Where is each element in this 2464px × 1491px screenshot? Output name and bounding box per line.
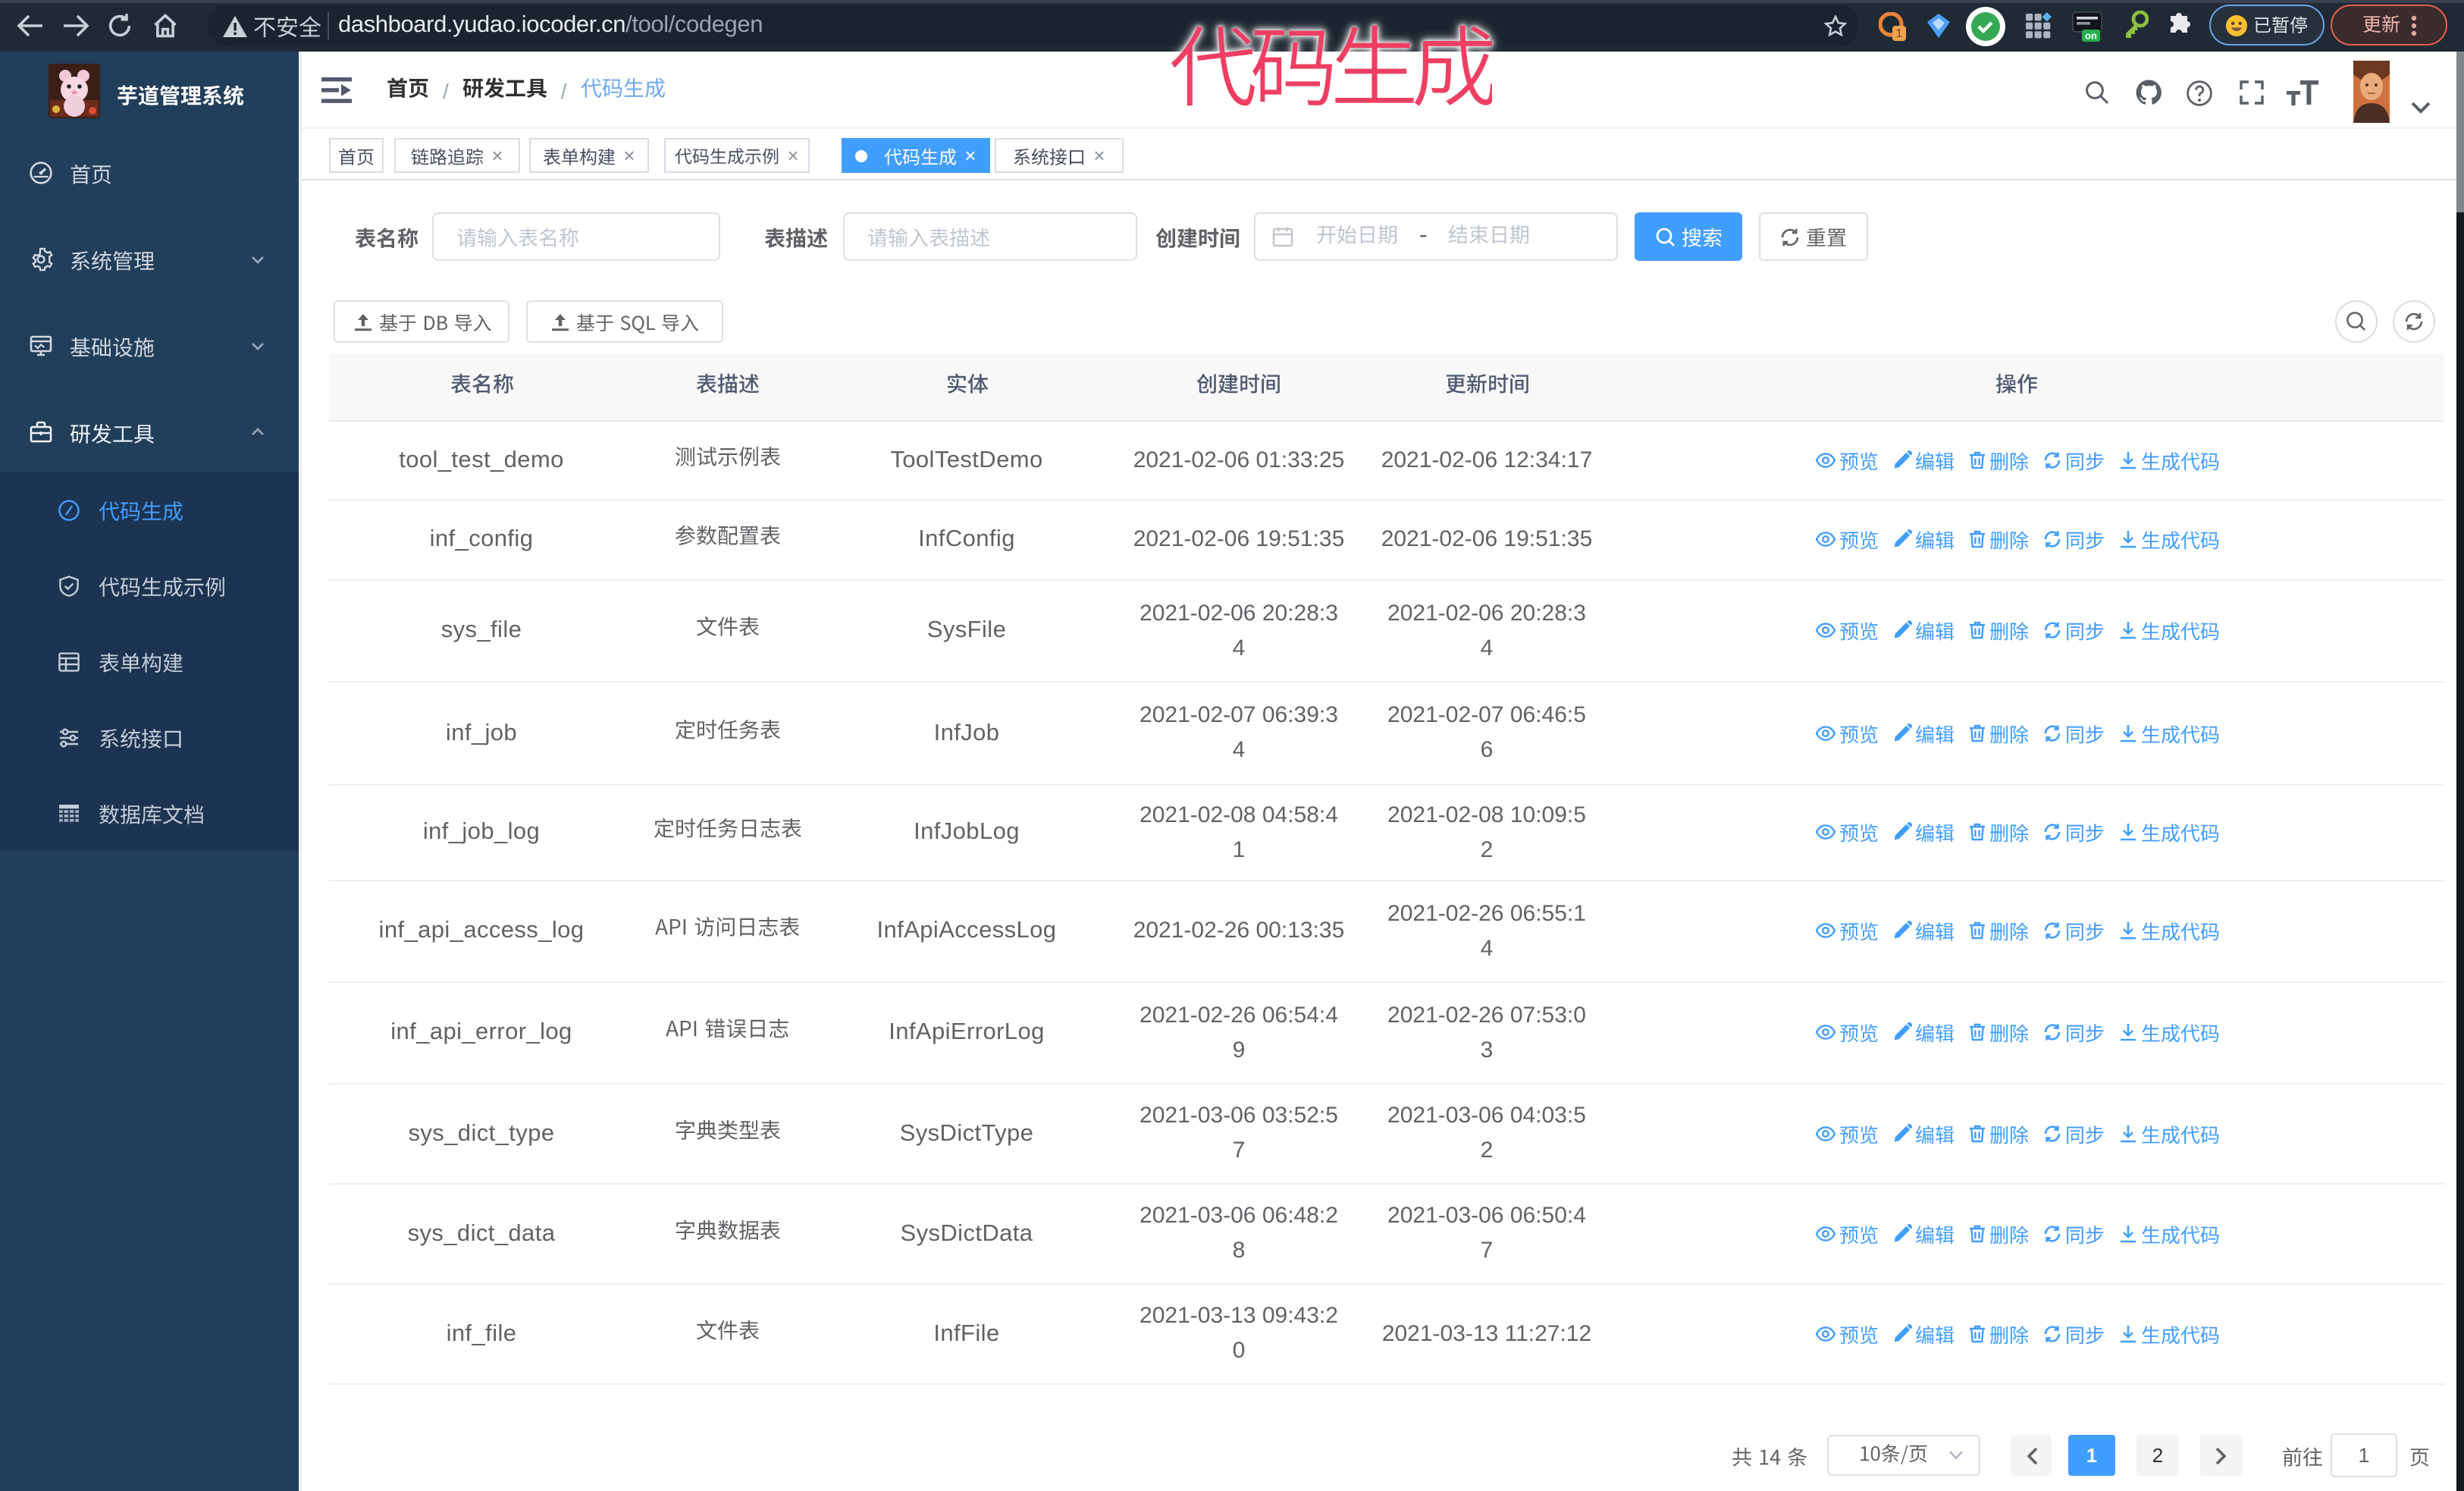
svg-text:on: on	[2085, 30, 2097, 41]
svg-text:1: 1	[1896, 27, 1903, 40]
